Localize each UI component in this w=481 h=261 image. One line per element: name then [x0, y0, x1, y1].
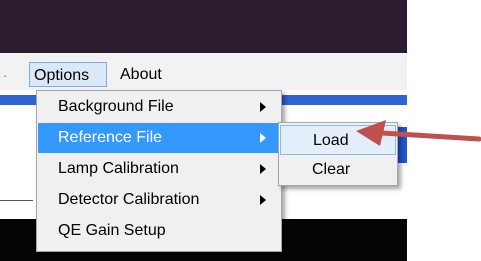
- red-arrow-icon: [356, 120, 481, 146]
- menu-item-label: Lamp Calibration: [58, 160, 179, 177]
- divider-line: [0, 200, 33, 201]
- menu-item-label: QE Gain Setup: [58, 222, 166, 239]
- menu-about[interactable]: About: [115, 62, 185, 87]
- menu-item-label: Reference File: [58, 129, 163, 146]
- menu-item-qe-gain-setup[interactable]: QE Gain Setup: [38, 216, 280, 246]
- menu-bar: · Options About: [0, 53, 407, 91]
- options-dropdown-menu: Background File Reference File Lamp Cali…: [36, 90, 282, 252]
- menu-options[interactable]: Options: [29, 62, 107, 87]
- window-title-bar: [0, 0, 407, 53]
- menu-item-reference-file[interactable]: Reference File: [38, 123, 280, 153]
- menu-item-label: Load: [313, 132, 349, 149]
- menu-item-label: Clear: [312, 161, 351, 178]
- submenu-item-clear[interactable]: Clear: [280, 155, 396, 185]
- menu-item-background-file[interactable]: Background File: [38, 92, 280, 122]
- submenu-arrow-icon: [260, 102, 266, 112]
- submenu-arrow-icon: [260, 164, 266, 174]
- menu-item-lamp-calibration[interactable]: Lamp Calibration: [38, 154, 280, 184]
- menu-item-label: Detector Calibration: [58, 191, 200, 208]
- menu-item-label: Background File: [58, 98, 174, 115]
- submenu-arrow-icon: [260, 133, 266, 143]
- menu-item-detector-calibration[interactable]: Detector Calibration: [38, 185, 280, 215]
- submenu-arrow-icon: [260, 195, 266, 205]
- menu-edge-icon: ·: [3, 68, 8, 83]
